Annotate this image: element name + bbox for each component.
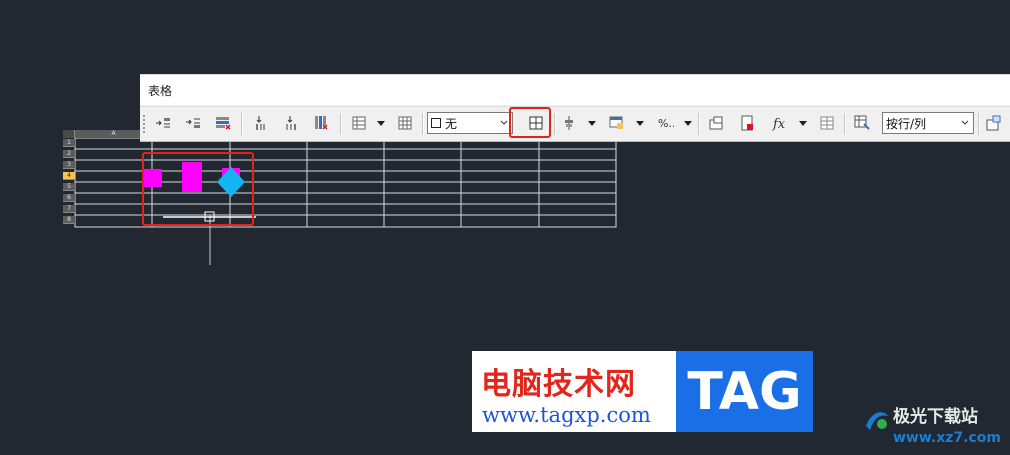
watermark-site-name: 极光下载站 xyxy=(893,407,978,427)
cell-style-dropdown[interactable] xyxy=(634,111,646,135)
row-header-8[interactable]: 8 xyxy=(63,216,75,224)
chevron-down-icon xyxy=(684,120,692,126)
insert-block-button[interactable] xyxy=(703,111,729,135)
border-swatch-icon xyxy=(431,118,441,128)
download-icon xyxy=(986,115,1001,131)
formula-dropdown[interactable] xyxy=(797,111,809,135)
download-button[interactable] xyxy=(980,111,1006,135)
align-button[interactable] xyxy=(556,111,582,135)
align-dropdown[interactable] xyxy=(586,111,598,135)
chevron-down-icon xyxy=(500,120,508,125)
unmerge-cells-icon xyxy=(398,116,412,130)
toolbar-row: 无 %.. fx 按行/列 xyxy=(140,106,1010,141)
delete-column-button[interactable] xyxy=(308,111,334,135)
svg-text:fx: fx xyxy=(772,117,786,132)
row-header-6[interactable]: 6 xyxy=(63,194,75,202)
formula-icon: fx xyxy=(772,117,786,132)
insert-row-above-icon xyxy=(156,118,170,128)
watermark-tagxp: 电脑技术网 www.tagxp.com TAG xyxy=(472,351,813,432)
delete-row-icon xyxy=(216,117,231,130)
insert-field-icon xyxy=(741,115,753,131)
row-header-4[interactable]: 4 xyxy=(63,172,75,180)
link-cell-button[interactable] xyxy=(849,111,875,135)
row-header-3[interactable]: 3 xyxy=(63,161,75,169)
insert-column-right-button[interactable] xyxy=(278,111,304,135)
link-cell-icon xyxy=(854,115,870,130)
toolbar-separator xyxy=(340,113,342,135)
manage-cell-content-button[interactable] xyxy=(814,111,840,135)
align-icon xyxy=(565,116,573,130)
insert-column-left-icon xyxy=(256,116,265,130)
insert-row-below-icon xyxy=(186,118,200,128)
watermark-url: www.tagxp.com xyxy=(482,403,651,427)
watermark-site-url: www.xz7.com xyxy=(893,430,1001,446)
manage-cell-content-icon xyxy=(820,116,834,130)
merge-cells-dropdown[interactable] xyxy=(375,111,387,135)
delete-row-button[interactable] xyxy=(210,111,236,135)
chevron-down-icon xyxy=(636,120,644,126)
toolbar-separator xyxy=(422,113,424,135)
chevron-down-icon xyxy=(961,120,969,125)
insert-column-right-icon xyxy=(286,116,296,130)
merge-cells-icon xyxy=(352,116,366,130)
watermark-title: 电脑技术网 xyxy=(481,367,636,402)
corner-header xyxy=(63,130,75,138)
insert-row-above-button[interactable] xyxy=(150,111,176,135)
toolbar-separator xyxy=(698,113,700,135)
row-header-2[interactable]: 2 xyxy=(63,150,75,158)
table-toolbar: 表格 无 %.. fx 按行/列 xyxy=(140,74,1010,141)
row-column-select[interactable]: 按行/列 xyxy=(882,112,974,134)
svg-text:%..: %.. xyxy=(658,117,674,130)
aurora-logo-icon xyxy=(866,412,888,430)
data-format-icon: %.. xyxy=(658,117,674,130)
data-format-dropdown[interactable] xyxy=(682,111,694,135)
insert-column-left-button[interactable] xyxy=(248,111,274,135)
chevron-down-icon xyxy=(588,120,596,126)
row-header-1[interactable]: 1 xyxy=(63,139,75,147)
formula-button[interactable]: fx xyxy=(767,111,793,135)
insert-field-button[interactable] xyxy=(734,111,760,135)
toolbar-separator xyxy=(241,113,243,135)
insert-block-icon xyxy=(709,116,723,130)
cell-style-icon xyxy=(609,116,623,129)
cell-style-button[interactable] xyxy=(604,111,630,135)
insert-row-below-button[interactable] xyxy=(180,111,206,135)
chevron-down-icon xyxy=(377,120,385,126)
border-style-value: 无 xyxy=(445,116,458,131)
unmerge-cells-button[interactable] xyxy=(392,111,418,135)
watermark-tag-logo: TAG xyxy=(676,351,813,432)
highlight-shapes-box xyxy=(142,152,254,226)
data-format-button[interactable]: %.. xyxy=(652,111,678,135)
row-header-5[interactable]: 5 xyxy=(63,183,75,191)
watermark-xz7: 极光下载站 www.xz7.com xyxy=(858,400,1008,452)
row-header-7[interactable]: 7 xyxy=(63,205,75,213)
row-column-value: 按行/列 xyxy=(886,116,927,131)
highlight-borders-button-box xyxy=(509,107,551,138)
chevron-down-icon xyxy=(799,120,807,126)
toolbar-title: 表格 xyxy=(140,75,1010,105)
toolbar-separator xyxy=(844,113,846,135)
toolbar-grip[interactable] xyxy=(143,115,145,133)
border-style-select[interactable]: 无 xyxy=(427,112,513,134)
delete-column-icon xyxy=(315,116,328,130)
merge-cells-button[interactable] xyxy=(346,111,372,135)
